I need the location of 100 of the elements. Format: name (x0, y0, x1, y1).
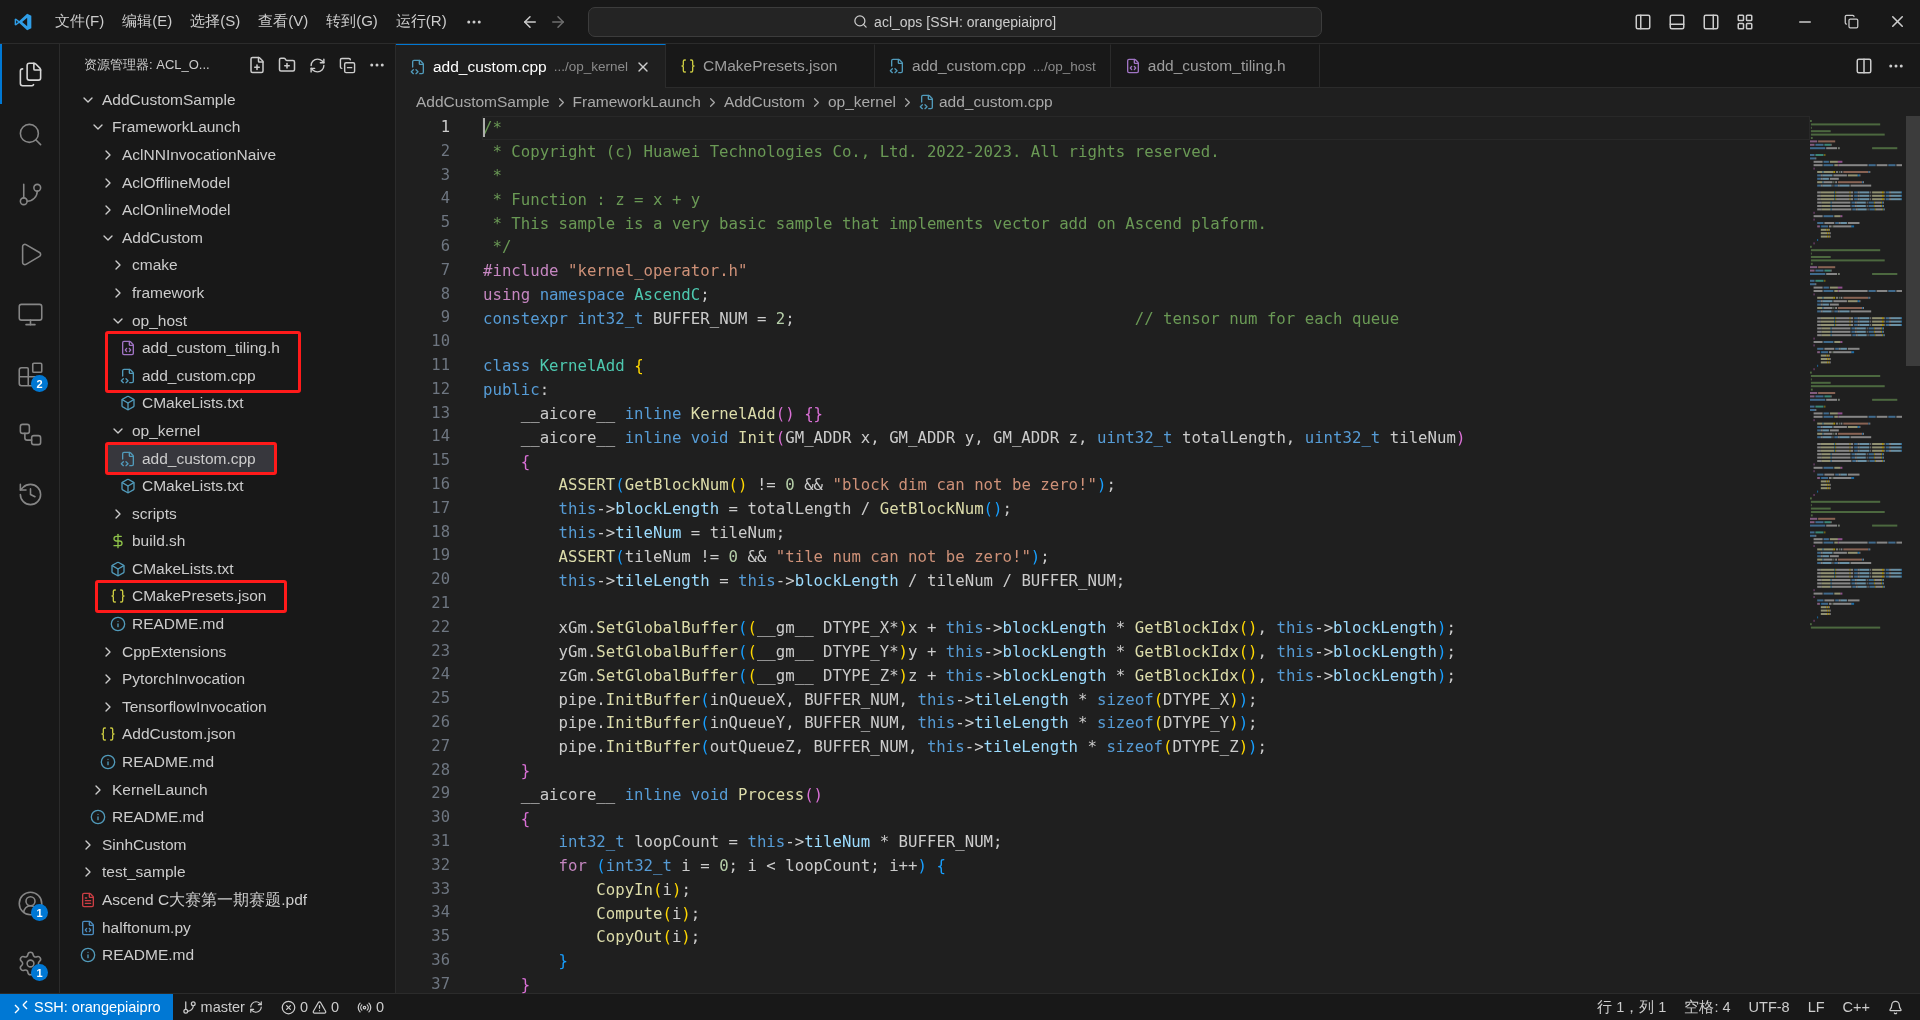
breadcrumb-item[interactable]: AddCustomSample (416, 93, 550, 111)
code-file-icon (889, 58, 906, 74)
tree-item[interactable]: AclOnlineModel (60, 196, 395, 224)
tree-item[interactable]: TensorflowInvocation (60, 693, 395, 721)
breadcrumb-item[interactable]: AddCustom (723, 93, 805, 111)
line-number: 22 (430, 616, 450, 638)
status-item[interactable]: 行 1，列 1 (1588, 997, 1676, 1017)
tree-item[interactable]: op_host (60, 306, 395, 335)
code-line: yGm.SetGlobalBuffer((__gm__ DTYPE_Y*)y + this->blockLength * GetBlockIdx(), this->blockLength); (557, 641, 1456, 661)
line-number: 3 (439, 164, 450, 186)
code-file-icon (918, 94, 935, 110)
sync-icon (248, 1000, 263, 1014)
tree-item[interactable]: AddCustom.json (60, 720, 395, 749)
count-badge: 1 (31, 904, 48, 921)
tree-item[interactable]: FrameworkLaunch (60, 113, 395, 142)
tree-item[interactable]: add_custom_tiling.h (108, 334, 298, 362)
status-item[interactable]: 空格: 4 (1675, 997, 1740, 1017)
status-item[interactable]: UTF-8 (1739, 999, 1799, 1015)
code-line: using namespace AscendC; (483, 284, 710, 304)
code-line: } (557, 951, 568, 971)
tree-item[interactable]: README.md (60, 803, 395, 832)
tree-item[interactable]: scripts (60, 499, 395, 528)
code-line: public: (483, 380, 550, 400)
tree-item[interactable]: README.md (60, 748, 395, 776)
tree-item[interactable]: AddCustom (60, 223, 395, 252)
line-number: 16 (430, 473, 450, 495)
line-number: 14 (430, 426, 450, 448)
code-line: int32_t loopCount = this->tileNum * BUFFER_NUM; (557, 832, 1003, 852)
menu-item[interactable]: 编辑(E) (113, 8, 182, 35)
tree-item[interactable]: KernelLaunch (60, 775, 395, 804)
code-line: } (519, 975, 531, 995)
branch-indicator[interactable]: master (172, 999, 272, 1015)
menu-item[interactable]: 运行(R) (386, 8, 456, 35)
remote-indicator[interactable]: SSH: orangepiaipro (0, 994, 173, 1020)
breadcrumb-item[interactable]: op_kernel (827, 93, 896, 111)
scrollbar-thumb[interactable] (1906, 116, 1920, 366)
line-number: 26 (430, 711, 450, 733)
menu-item[interactable]: 查看(V) (249, 8, 318, 35)
cube-icon (120, 395, 136, 412)
status-item[interactable]: C++ (1833, 999, 1879, 1015)
tree-item[interactable]: cmake (60, 251, 395, 280)
tree-item[interactable]: add_custom.cpp (108, 444, 274, 473)
ports-indicator[interactable]: 0 (348, 999, 394, 1015)
line-number: 24 (430, 664, 450, 686)
code-line: class KernelAdd { (483, 356, 644, 376)
breadcrumb-item[interactable]: FrameworkLaunch (572, 93, 701, 111)
menu-item[interactable]: 文件(F) (46, 8, 114, 35)
tree-item[interactable]: AddCustomSample (60, 86, 395, 114)
line-number: 2 (439, 140, 450, 162)
line-number: 30 (430, 807, 450, 829)
tree-item[interactable]: test_sample (60, 858, 395, 887)
code-line: * Function : z = x + y (491, 189, 701, 209)
menu-item[interactable]: 转到(G) (317, 8, 387, 35)
tree-item[interactable]: CMakeLists.txt (60, 472, 395, 500)
problems-indicator[interactable]: 0 0 (271, 999, 349, 1015)
tree-item[interactable]: CMakeLists.txt (60, 555, 395, 583)
tree-item[interactable]: README.md (60, 941, 395, 969)
warning-icon (311, 999, 327, 1015)
breadcrumb-item[interactable]: add_custom.cpp (938, 93, 1053, 111)
tree-item[interactable]: build.sh (60, 527, 395, 556)
line-number: 29 (430, 783, 450, 805)
code-line: __aicore__ inline void Process() (519, 784, 824, 804)
tree-item[interactable]: AclNNInvocationNaive (60, 141, 395, 169)
error-icon (280, 999, 296, 1015)
tree-item[interactable]: Ascend C大赛第一期赛题.pdf (60, 886, 395, 914)
code-line: pipe.InitBuffer(inQueueX, BUFFER_NUM, this->tileLength * sizeof(DTYPE_X)); (557, 689, 1258, 709)
line-number: 37 (430, 973, 450, 995)
extensions-icon (17, 360, 44, 388)
tree-item[interactable]: CppExtensions (60, 637, 395, 666)
tree-item[interactable]: CMakePresets.json (98, 582, 285, 611)
command-center[interactable]: acl_ops [SSH: orangepiaipro] (587, 6, 1322, 37)
code-line: * This sample is a very basic sample that implements vector add on Ascend plaform. (491, 213, 1267, 233)
tree-item[interactable]: add_custom.cpp (108, 361, 298, 390)
tree-item[interactable]: halftonum.py (60, 913, 395, 942)
braces-icon (680, 58, 697, 74)
line-number: 10 (430, 331, 450, 353)
tree-item[interactable]: op_kernel (60, 417, 395, 445)
tree-item[interactable]: AclOfflineModel (60, 168, 395, 197)
tree-item[interactable]: README.md (60, 610, 395, 638)
activity-item[interactable]: 2 (0, 344, 59, 404)
code-line: #include "kernel_operator.h" (483, 261, 748, 281)
code-line: CopyOut(i); (595, 927, 701, 947)
code-line: __aicore__ inline void Init(GM_ADDR x, GM_ADDR y, GM_ADDR z, uint32_t totalLength, uint32_t tileNum) (519, 427, 1466, 447)
menu-item[interactable]: 选择(S) (181, 8, 250, 35)
code-line: Compute(i); (595, 903, 701, 923)
tree-item[interactable]: framework (60, 279, 395, 307)
line-number: 23 (430, 640, 450, 662)
line-number: 11 (430, 354, 450, 376)
status-item[interactable]: LF (1798, 999, 1834, 1015)
tree-item[interactable]: PytorchInvocation (60, 665, 395, 694)
tree-item[interactable]: SinhCustom (60, 831, 395, 859)
activity-item[interactable]: 1 (0, 933, 59, 993)
code-line: this->tileLength = this->blockLength / tileNum / BUFFER_NUM; (557, 570, 1126, 590)
activity-item[interactable]: 1 (0, 873, 59, 933)
editor-tab[interactable]: add_custom.cpp .../op_kernel (396, 44, 667, 88)
line-number: 31 (430, 830, 450, 852)
code-line: constexpr int32_t BUFFER_NUM = 2; // tensor num for each queue (483, 308, 1400, 328)
branch-icon (181, 999, 197, 1015)
tree-item[interactable]: CMakeLists.txt (60, 389, 395, 418)
line-number: 34 (430, 902, 450, 924)
